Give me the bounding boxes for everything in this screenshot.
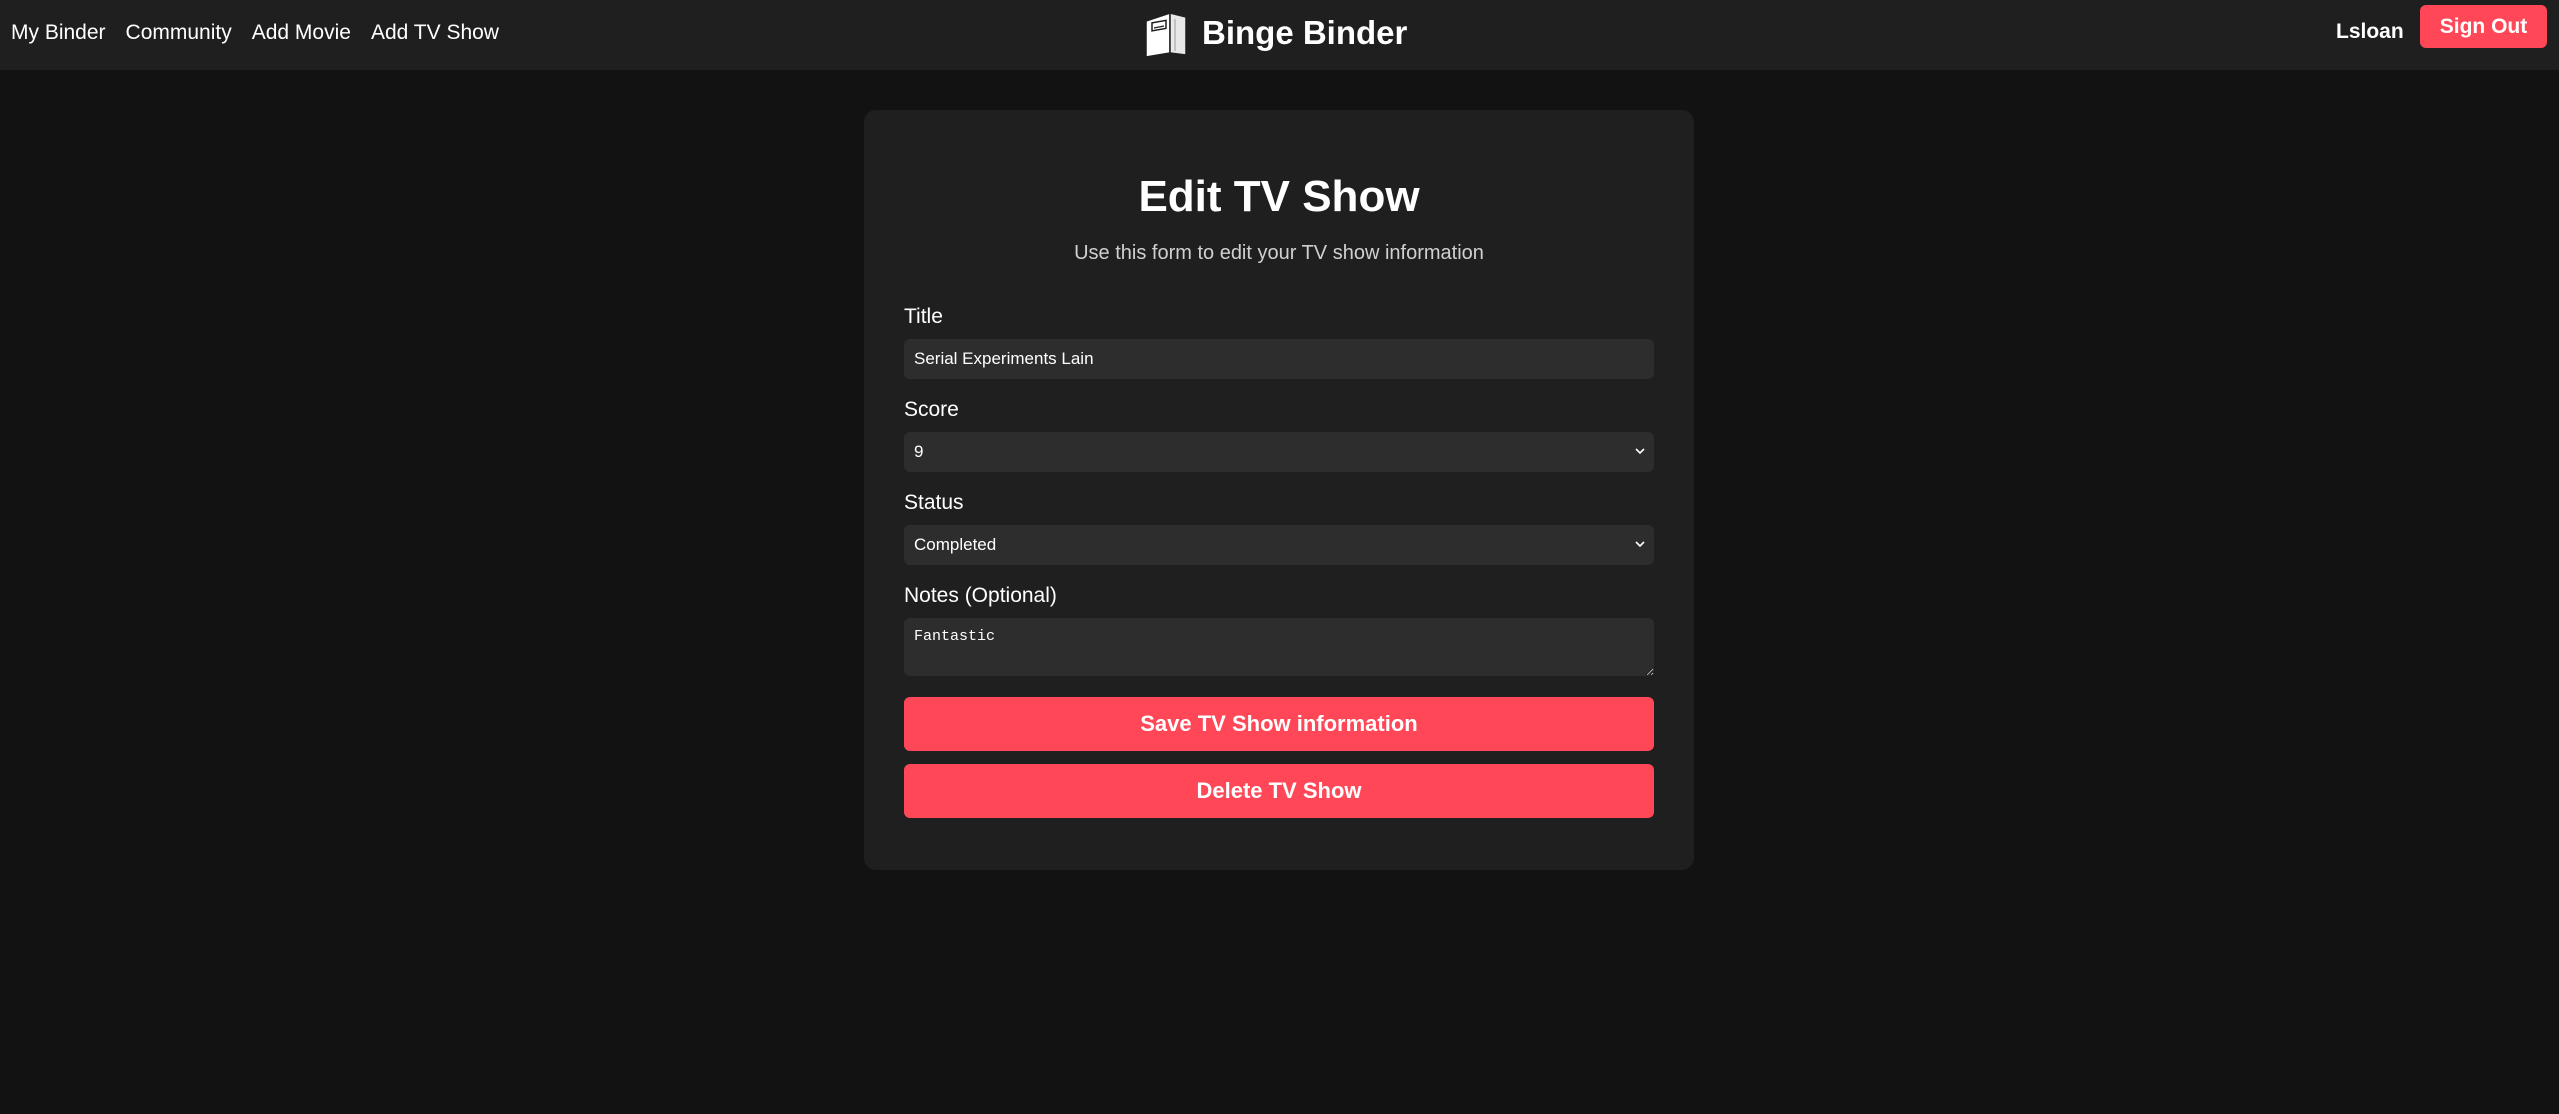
score-select[interactable]: 9 (904, 432, 1654, 472)
nav-links: My Binder Community Add Movie Add TV Sho… (11, 0, 519, 66)
status-value: Completed (914, 535, 997, 554)
status-label: Status (904, 491, 964, 514)
brand[interactable]: Binge Binder (1140, 6, 1407, 60)
page-title: Edit TV Show (1138, 172, 1420, 221)
save-button[interactable]: Save TV Show information (904, 697, 1654, 751)
notes-label: Notes (Optional) (904, 584, 1057, 607)
title-label: Title (904, 305, 943, 328)
nav-link-community[interactable]: Community (126, 21, 232, 45)
title-input[interactable] (904, 339, 1654, 379)
binder-icon (1145, 11, 1187, 58)
score-value: 9 (914, 442, 924, 461)
nav-link-add-tv-show[interactable]: Add TV Show (371, 21, 499, 45)
top-navbar: My Binder Community Add Movie Add TV Sho… (0, 0, 2559, 70)
nav-link-my-binder[interactable]: My Binder (11, 21, 106, 45)
status-select[interactable]: Completed (904, 525, 1654, 565)
nav-link-add-movie[interactable]: Add Movie (252, 21, 351, 45)
user-name[interactable]: Lsloan (2336, 20, 2404, 44)
chevron-down-icon (1635, 448, 1645, 455)
score-label: Score (904, 398, 959, 421)
page-subtitle: Use this form to edit your TV show infor… (1074, 242, 1484, 264)
chevron-down-icon (1635, 541, 1645, 548)
notes-textarea[interactable]: Fantastic (904, 618, 1654, 676)
edit-form-card: Edit TV Show Use this form to edit your … (864, 110, 1694, 870)
sign-out-button[interactable]: Sign Out (2420, 5, 2547, 48)
delete-button[interactable]: Delete TV Show (904, 764, 1654, 818)
brand-title: Binge Binder (1202, 14, 1408, 51)
